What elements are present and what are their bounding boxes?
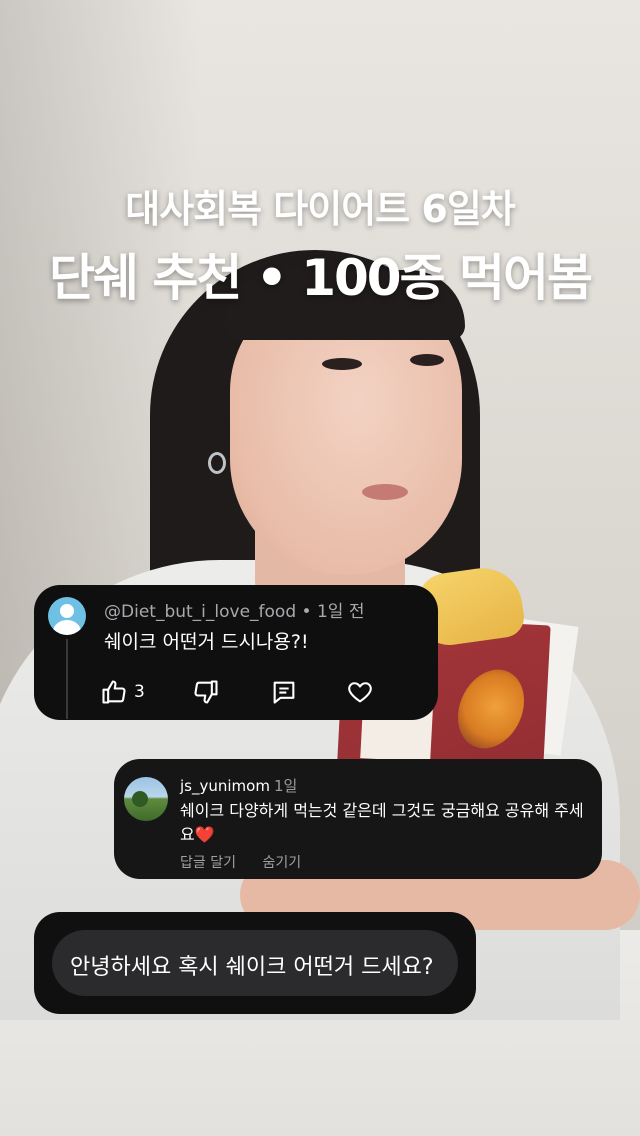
like-count: 3: [134, 682, 145, 702]
left-eye: [322, 358, 362, 370]
video-title-line2: 단쉐 추천 • 100종 먹어봄: [49, 249, 593, 307]
hoop-earring: [208, 452, 226, 474]
question-text: 안녕하세요 혹시 쉐이크 어떤거 드세요?: [70, 955, 434, 980]
comment-username[interactable]: @Diet_but_i_love_food: [104, 602, 296, 622]
reply-link[interactable]: 답글 달기: [180, 855, 236, 871]
heart-icon: [348, 682, 372, 703]
default-avatar-icon[interactable]: [48, 597, 86, 635]
question-card: 안녕하세요 혹시 쉐이크 어떤거 드세요?: [34, 912, 476, 1014]
thumbs-up-icon: [102, 680, 126, 704]
thread-line: [66, 639, 68, 719]
comment-text: 쉐이크 어떤거 드시나용?!: [104, 631, 309, 653]
instagram-comment-card: js_yunimom 1일 쉐이크 다양하게 먹는것 같은데 그것도 궁금해요 공…: [114, 759, 602, 879]
reply-button[interactable]: [270, 677, 298, 707]
video-title-line1: 대사회복 다이어트 6일차: [125, 187, 516, 231]
right-eye: [410, 354, 444, 366]
comment-links: 답글 달기 숨기기: [180, 852, 323, 872]
comment-text: 쉐이크 다양하게 먹는것 같은데 그것도 궁금해요 공유해 주세요❤️: [180, 801, 584, 844]
reply-icon: [273, 681, 295, 704]
like-button[interactable]: 3: [100, 677, 145, 707]
lips: [362, 484, 408, 500]
thumbs-down-icon: [194, 680, 218, 704]
comment-meta: @Diet_but_i_love_food • 1일 전: [104, 597, 364, 622]
youtube-comment-card: @Diet_but_i_love_food • 1일 전 쉐이크 어떤거 드시나…: [34, 585, 438, 720]
comment-time: 1일: [273, 777, 298, 795]
comment-username[interactable]: js_yunimom: [180, 777, 270, 795]
comment-header: js_yunimom 1일: [180, 775, 297, 796]
dislike-button[interactable]: [192, 677, 220, 707]
heart-button[interactable]: [346, 677, 374, 707]
profile-avatar[interactable]: [124, 777, 168, 821]
hide-link[interactable]: 숨기기: [262, 855, 301, 871]
meta-separator: •: [301, 602, 312, 622]
question-bubble: 안녕하세요 혹시 쉐이크 어떤거 드세요?: [52, 930, 458, 996]
comment-time: 1일 전: [316, 602, 365, 622]
